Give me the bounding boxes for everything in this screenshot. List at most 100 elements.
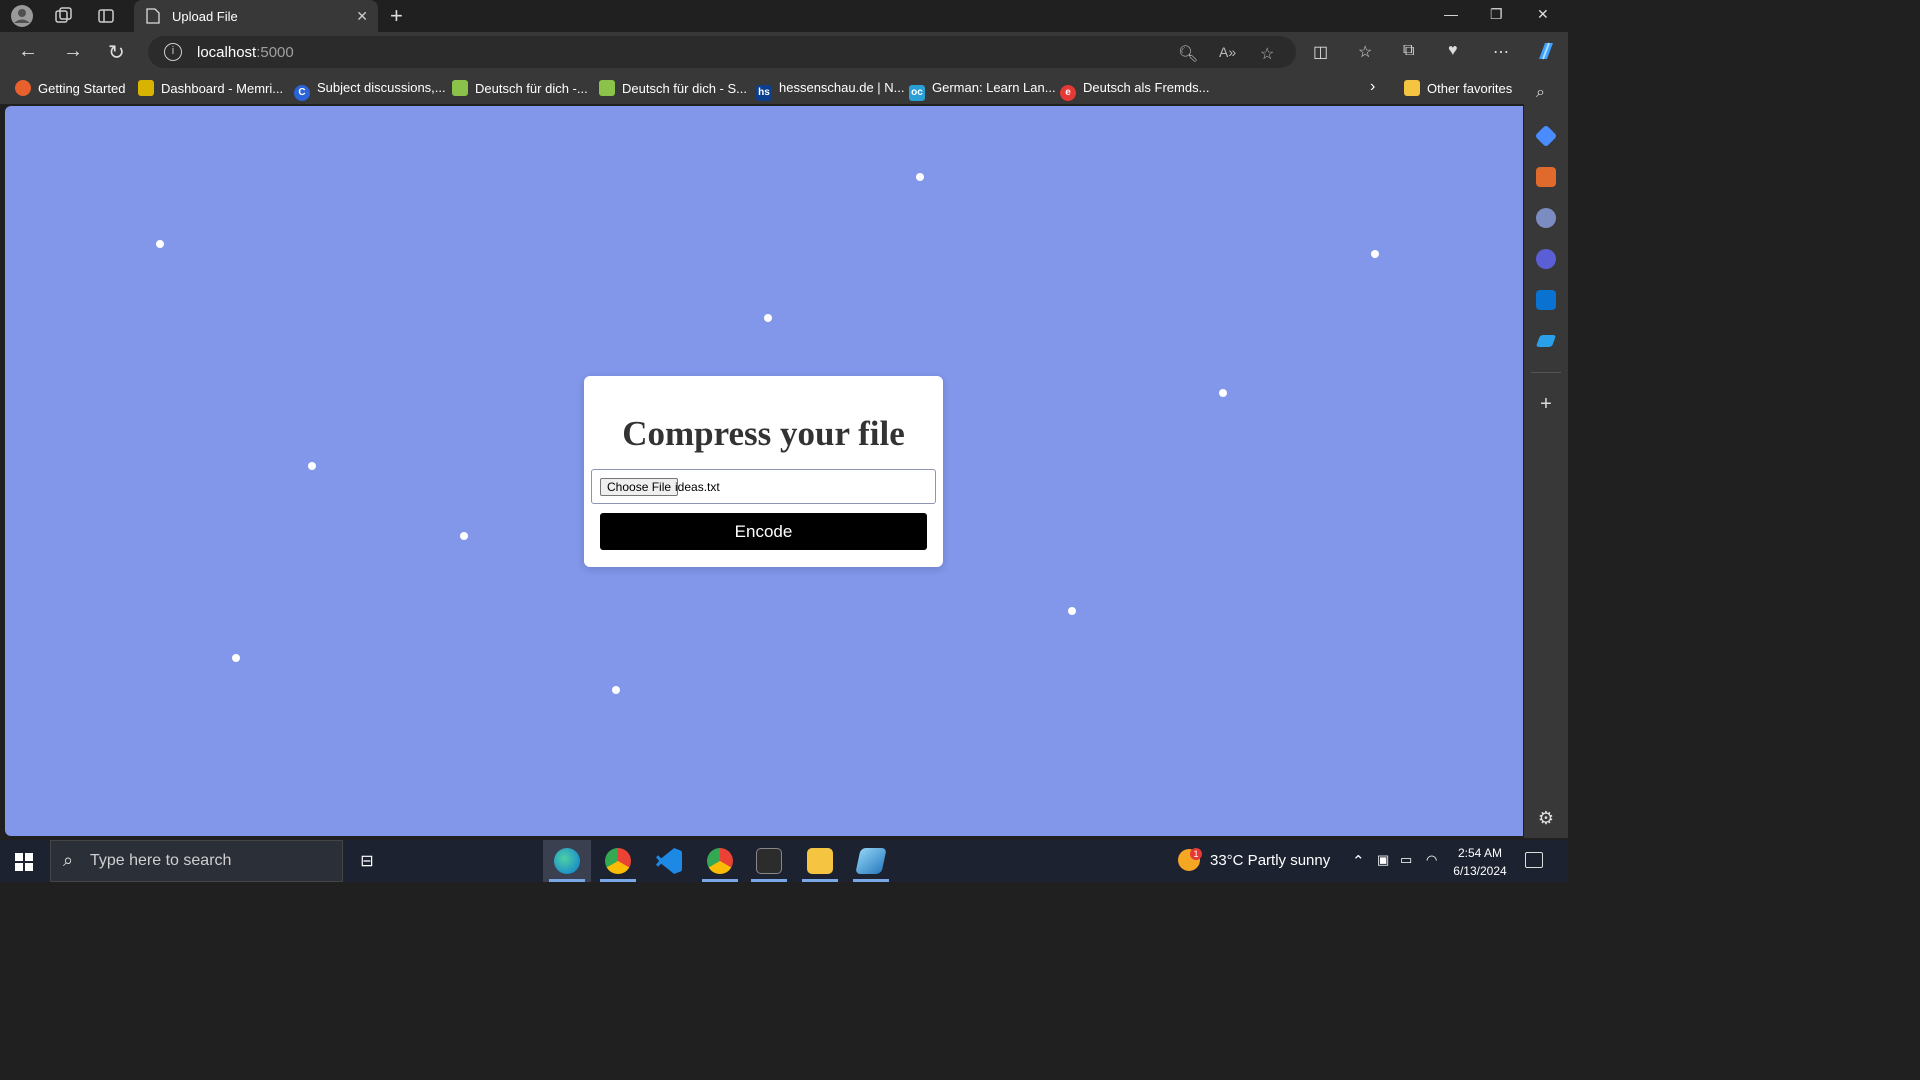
background-dot xyxy=(1068,607,1076,615)
memrise-icon xyxy=(138,80,154,96)
taskbar-search-box[interactable]: ⌕ Type here to search xyxy=(50,840,343,882)
close-tab-icon[interactable]: ✕ xyxy=(356,8,368,25)
tools-icon[interactable] xyxy=(1536,167,1556,187)
send-icon[interactable] xyxy=(1535,335,1557,347)
split-screen-icon[interactable]: ◫ xyxy=(1313,42,1328,62)
browser-essentials-icon[interactable]: ♥ xyxy=(1448,42,1458,60)
vscode-icon xyxy=(656,848,682,874)
other-favorites[interactable]: Other favorites xyxy=(1404,80,1512,96)
deutsch-fuer-dich-icon xyxy=(599,80,615,96)
bookmark-item[interactable]: Getting Started xyxy=(15,80,125,96)
background-dot xyxy=(612,686,620,694)
taskbar-edge[interactable] xyxy=(543,840,591,882)
games-icon[interactable] xyxy=(1536,208,1556,228)
address-bar[interactable]: i localhost:5000 🔍︎ A» ☆ xyxy=(148,36,1296,68)
taskbar-chrome-profile[interactable] xyxy=(696,840,744,882)
chrome-icon xyxy=(605,848,631,874)
page-viewport: Compress your file Choose File ideas.txt… xyxy=(5,106,1523,836)
tab-title: Upload File xyxy=(172,9,238,24)
taskbar-file-explorer[interactable] xyxy=(796,840,844,882)
back-icon[interactable]: ← xyxy=(18,40,38,63)
page-icon xyxy=(146,8,160,24)
favorite-star-icon[interactable]: ☆ xyxy=(1260,44,1274,64)
folder-icon xyxy=(1404,80,1420,96)
search-placeholder: Type here to search xyxy=(90,852,232,869)
background-dot xyxy=(916,173,924,181)
close-window-icon[interactable]: ✕ xyxy=(1537,6,1549,23)
background-dot xyxy=(156,240,164,248)
background-dot xyxy=(308,462,316,470)
german-learn-icon: oc xyxy=(909,85,925,101)
background-dot xyxy=(1219,389,1227,397)
tab-actions-icon[interactable] xyxy=(94,4,118,28)
system-clock[interactable]: 2:54 AM 6/13/2024 xyxy=(1448,844,1512,880)
minimize-icon[interactable]: — xyxy=(1444,6,1458,22)
folder-icon xyxy=(807,848,833,874)
background-dot xyxy=(1371,250,1379,258)
taskbar-terminal[interactable] xyxy=(745,840,793,882)
edge-sidebar: ⌕ + ⚙ xyxy=(1524,72,1568,838)
deutsch-fremdsprache-icon: e xyxy=(1060,85,1076,101)
add-sidebar-icon[interactable]: + xyxy=(1536,394,1556,414)
terminal-icon xyxy=(756,848,782,874)
bookmark-item[interactable]: C Subject discussions,... xyxy=(294,80,446,101)
clock-date: 6/13/2024 xyxy=(1453,864,1507,878)
restore-icon[interactable]: ❐ xyxy=(1490,6,1503,23)
shopping-tag-icon[interactable] xyxy=(1534,124,1558,148)
task-view-icon[interactable]: ⊟ xyxy=(343,840,391,882)
weather-text[interactable]: 33°C Partly sunny xyxy=(1210,852,1330,869)
selected-file-name: ideas.txt xyxy=(675,480,720,494)
sidebar-settings-icon[interactable]: ⚙ xyxy=(1536,808,1556,828)
encode-button[interactable]: Encode xyxy=(600,513,927,550)
hessenschau-icon: hs xyxy=(756,85,772,101)
meet-now-icon[interactable]: ▣ xyxy=(1377,852,1389,868)
forward-icon[interactable]: → xyxy=(63,40,83,63)
bookmark-item[interactable]: Dashboard - Memri... xyxy=(138,80,283,96)
firefox-icon xyxy=(15,80,31,96)
zoom-icon[interactable]: 🔍︎ xyxy=(1178,44,1198,64)
notifications-icon[interactable] xyxy=(1525,852,1543,868)
bookmark-item[interactable]: Deutsch für dich - S... xyxy=(599,80,747,96)
deutsch-fuer-dich-icon xyxy=(452,80,468,96)
microsoft-365-icon[interactable] xyxy=(1536,249,1556,269)
active-tab[interactable]: Upload File ✕ xyxy=(134,0,378,32)
bookmark-item[interactable]: oc German: Learn Lan... xyxy=(909,80,1056,101)
favorites-icon[interactable]: ☆ xyxy=(1358,42,1372,62)
taskbar-vscode[interactable] xyxy=(645,840,693,882)
collections-icon[interactable]: ⧉ xyxy=(1403,42,1414,60)
refresh-icon[interactable]: ↻ xyxy=(108,40,125,65)
bookmark-item[interactable]: hs hessenschau.de | N... xyxy=(756,80,905,101)
wifi-icon[interactable]: ◠ xyxy=(1426,852,1437,868)
sidebar-search-icon[interactable]: ⌕ xyxy=(1536,84,1556,104)
file-input[interactable]: Choose File ideas.txt xyxy=(591,469,936,504)
battery-icon[interactable]: ▭ xyxy=(1400,852,1412,868)
search-icon: ⌕ xyxy=(63,850,74,870)
copilot-icon[interactable] xyxy=(1534,39,1558,68)
notepad-icon xyxy=(855,848,887,874)
show-hidden-icons[interactable]: ⌃ xyxy=(1352,852,1365,870)
more-menu-icon[interactable]: ⋯ xyxy=(1493,42,1509,62)
more-bookmarks-icon[interactable]: › xyxy=(1370,78,1375,96)
clock-time: 2:54 AM xyxy=(1457,846,1503,860)
site-info-icon[interactable]: i xyxy=(164,43,182,61)
taskbar-chrome[interactable] xyxy=(594,840,642,882)
browser-toolbar: ← → ↻ i localhost:5000 🔍︎ A» ☆ ◫ ☆ ⧉ ♥ ⋯ xyxy=(0,32,1568,72)
profile-avatar-icon[interactable] xyxy=(10,4,34,28)
bookmark-item[interactable]: e Deutsch als Fremds... xyxy=(1060,80,1209,101)
weather-badge: 1 xyxy=(1190,848,1202,860)
browser-title-bar: Upload File ✕ + — ❐ ✕ xyxy=(0,0,1568,32)
page-title: Compress your file xyxy=(622,414,905,453)
background-dot xyxy=(764,314,772,322)
taskbar-notepad[interactable] xyxy=(847,840,895,882)
new-tab-icon[interactable]: + xyxy=(390,3,403,29)
outlook-icon[interactable] xyxy=(1536,290,1556,310)
upload-card: Compress your file Choose File ideas.txt… xyxy=(584,376,943,567)
windows-start-icon[interactable] xyxy=(15,853,33,876)
bookmark-item[interactable]: Deutsch für dich -... xyxy=(452,80,588,96)
background-dot xyxy=(460,532,468,540)
workspaces-icon[interactable] xyxy=(51,4,75,28)
read-aloud-icon[interactable]: A» xyxy=(1219,44,1236,60)
windows-taskbar: ⌕ Type here to search ⊟ 1 33°C Partly su… xyxy=(0,840,1568,882)
choose-file-button[interactable]: Choose File xyxy=(600,478,679,496)
sidebar-divider xyxy=(1531,372,1561,373)
